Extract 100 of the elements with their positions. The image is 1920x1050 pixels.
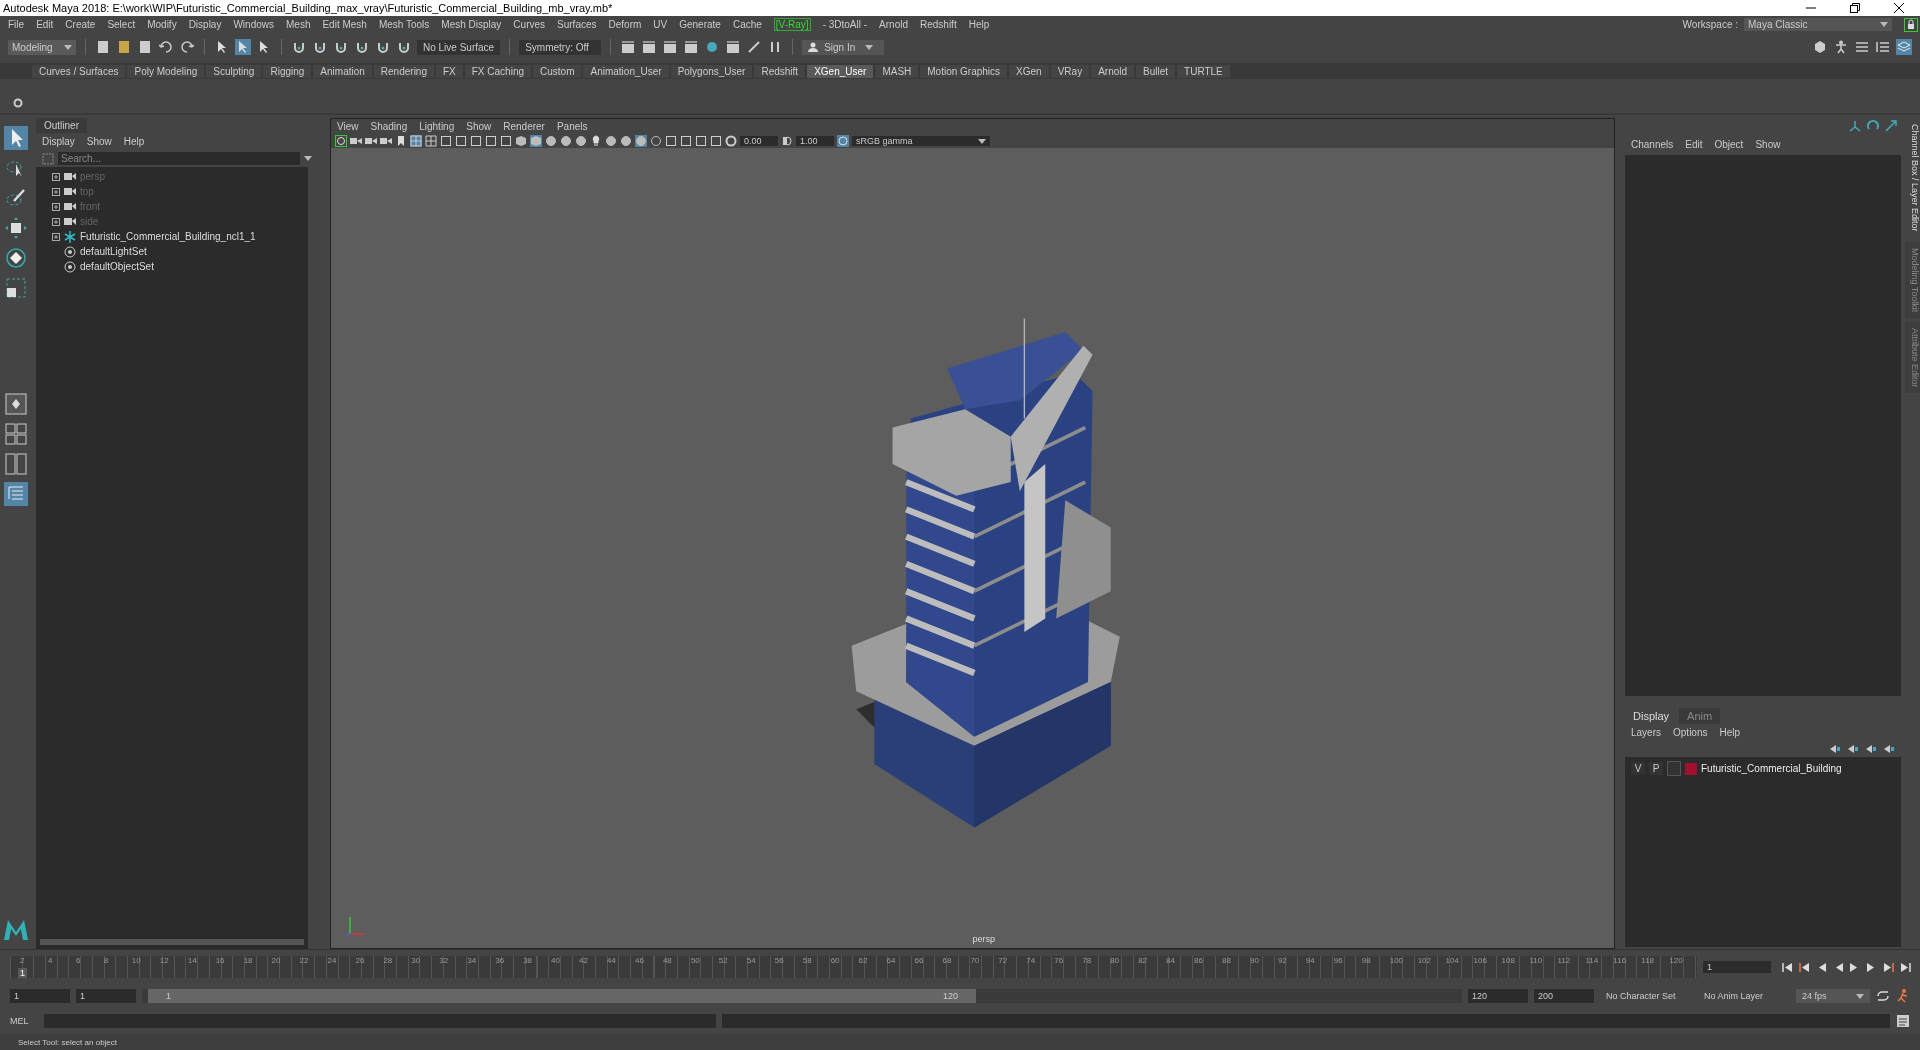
expand-icon[interactable] xyxy=(52,187,60,196)
open-folder-icon[interactable] xyxy=(116,39,132,55)
outliner-item[interactable]: Futuristic_Commercial_Building_ncl1_1 xyxy=(80,231,256,242)
menu-item[interactable]: Layers xyxy=(1631,727,1661,738)
light-icon[interactable] xyxy=(590,135,602,147)
menu-item[interactable]: View xyxy=(337,121,359,132)
shelf-tab[interactable]: Motion Graphics xyxy=(920,64,1008,78)
sphere-icon[interactable] xyxy=(620,135,632,147)
running-figure-icon[interactable] xyxy=(1896,989,1910,1003)
four-view-icon[interactable] xyxy=(4,422,28,446)
horizontal-scrollbar[interactable] xyxy=(40,939,304,945)
menu-item[interactable]: Help xyxy=(1719,727,1741,738)
reference-toggle[interactable] xyxy=(1667,761,1681,776)
menu-item[interactable]: Edit xyxy=(1685,139,1703,150)
live-surface-field[interactable]: No Live Surface xyxy=(417,39,501,55)
menu-item[interactable]: Mesh xyxy=(286,19,311,30)
playback-toggle[interactable]: P xyxy=(1649,762,1663,775)
diagonal-arrow-icon[interactable] xyxy=(1885,120,1897,132)
start-frame-field[interactable]: 1 xyxy=(10,989,70,1003)
menu-item[interactable]: Cache xyxy=(732,19,762,30)
shelf-tab[interactable]: Curves / Surfaces xyxy=(32,64,126,78)
caret-icon[interactable] xyxy=(1880,22,1888,27)
shelf-tab[interactable]: Rigging xyxy=(263,64,312,78)
shelf-tab[interactable]: Bullet xyxy=(1136,64,1176,78)
layer-arrow-icon[interactable] xyxy=(1847,744,1859,754)
shelf-tab[interactable]: Redshift xyxy=(754,64,806,78)
symmetry-dropdown[interactable]: Symmetry: Off xyxy=(519,39,602,55)
sphere-icon[interactable] xyxy=(545,135,557,147)
menu-item[interactable]: Panels xyxy=(556,121,588,132)
playback-start-field[interactable]: 1 xyxy=(76,989,136,1003)
layer-name[interactable]: Futuristic_Commercial_Building xyxy=(1701,763,1842,774)
current-frame-field[interactable]: 1 xyxy=(1703,961,1771,973)
expand-icon[interactable] xyxy=(52,202,60,211)
square-icon[interactable] xyxy=(485,135,497,147)
shelf-tab[interactable]: Arnold xyxy=(1091,64,1135,78)
sphere-icon[interactable] xyxy=(560,135,572,147)
sphere-icon[interactable] xyxy=(605,135,617,147)
menu-item[interactable]: File xyxy=(8,19,25,30)
square-icon[interactable] xyxy=(440,135,452,147)
menu-item[interactable]: Deform xyxy=(608,19,642,30)
shelf-tab[interactable]: VRay xyxy=(1050,64,1090,78)
camera-icon[interactable] xyxy=(350,135,362,147)
anim-layer-dropdown[interactable]: No Anim Layer xyxy=(1698,989,1790,1003)
current-frame-marker[interactable]: 1 xyxy=(18,968,27,978)
square-icon[interactable] xyxy=(695,135,707,147)
square-icon[interactable] xyxy=(665,135,677,147)
shelf-tab[interactable]: MASH xyxy=(875,64,919,78)
exposure-field[interactable]: 0.00 xyxy=(740,136,778,146)
layers-icon[interactable] xyxy=(1896,39,1912,55)
caret-icon[interactable] xyxy=(865,44,874,50)
grid-icon[interactable] xyxy=(425,135,437,147)
expand-icon[interactable] xyxy=(52,172,60,181)
outliner-item[interactable]: defaultLightSet xyxy=(80,246,147,257)
color-space-dropdown[interactable]: sRGB gamma xyxy=(852,136,990,146)
square-icon[interactable] xyxy=(470,135,482,147)
menu-item[interactable]: Windows xyxy=(233,19,274,30)
mode-dropdown[interactable]: Modeling xyxy=(8,39,76,55)
move-icon[interactable] xyxy=(4,216,28,240)
command-input-field[interactable] xyxy=(44,1014,716,1028)
layer-arrow-icon[interactable] xyxy=(1829,744,1841,754)
menu-item[interactable]: Generate xyxy=(679,19,721,30)
camera-icon[interactable] xyxy=(380,135,392,147)
menu-item[interactable]: Curves xyxy=(513,19,546,30)
square-icon[interactable] xyxy=(680,135,692,147)
menu-item[interactable]: Display xyxy=(188,19,222,30)
time-slider[interactable]: 1 2 4 6 8 10 12 14 16 18 20 22 24 26 28 30 32 34 36 38 40 42 44 46 48 50 52 54 56 58 60 62 64 66 68 70 72 74 76 78 80 82 84 86 88 90 92 94 96 98 100 102 104 106 108 110 112 114 116 118 120 xyxy=(10,956,1697,978)
list-icon[interactable] xyxy=(1854,39,1870,55)
caret-icon[interactable] xyxy=(978,138,986,144)
menu-item[interactable]: UV xyxy=(653,19,668,30)
scale-icon[interactable] xyxy=(4,276,28,300)
restore-icon[interactable] xyxy=(1850,3,1860,13)
two-view-icon[interactable] xyxy=(4,452,28,476)
shelf-tab[interactable]: Animation xyxy=(313,64,372,78)
layer-arrow-icon[interactable] xyxy=(1865,744,1877,754)
menu-item[interactable]: Show xyxy=(1755,139,1781,150)
expand-icon[interactable] xyxy=(52,232,60,241)
figure-icon[interactable] xyxy=(1833,39,1849,55)
clapboard-icon[interactable] xyxy=(620,39,637,55)
script-editor-icon[interactable] xyxy=(1896,1014,1910,1028)
sign-in-dropdown[interactable]: Sign In xyxy=(802,39,885,55)
save-icon[interactable] xyxy=(137,39,153,55)
layer-color-swatch[interactable] xyxy=(1685,762,1697,775)
shelf-tab[interactable]: Rendering xyxy=(373,64,434,78)
shelf-tab[interactable]: Sculpting xyxy=(206,64,262,78)
shelf-tab[interactable]: XGen xyxy=(1009,64,1049,78)
caret-icon[interactable] xyxy=(64,44,72,50)
layer-arrow-icon[interactable] xyxy=(1883,744,1895,754)
menu-item[interactable]: Renderer xyxy=(503,121,545,132)
single-view-icon[interactable] xyxy=(4,392,28,416)
square-icon[interactable] xyxy=(455,135,467,147)
caret-icon[interactable] xyxy=(304,156,312,161)
menu-item[interactable]: Mesh Tools xyxy=(378,19,430,30)
end-frame-field[interactable]: 200 xyxy=(1534,989,1594,1003)
gear-icon[interactable] xyxy=(13,98,23,108)
menu-item[interactable]: Shading xyxy=(370,121,408,132)
color-management-icon[interactable] xyxy=(837,135,849,147)
menu-item[interactable]: Show xyxy=(466,121,492,132)
step-forward-key-icon[interactable] xyxy=(1883,961,1895,973)
lock-icon[interactable] xyxy=(1904,17,1918,32)
command-language-label[interactable]: MEL xyxy=(10,1016,38,1026)
